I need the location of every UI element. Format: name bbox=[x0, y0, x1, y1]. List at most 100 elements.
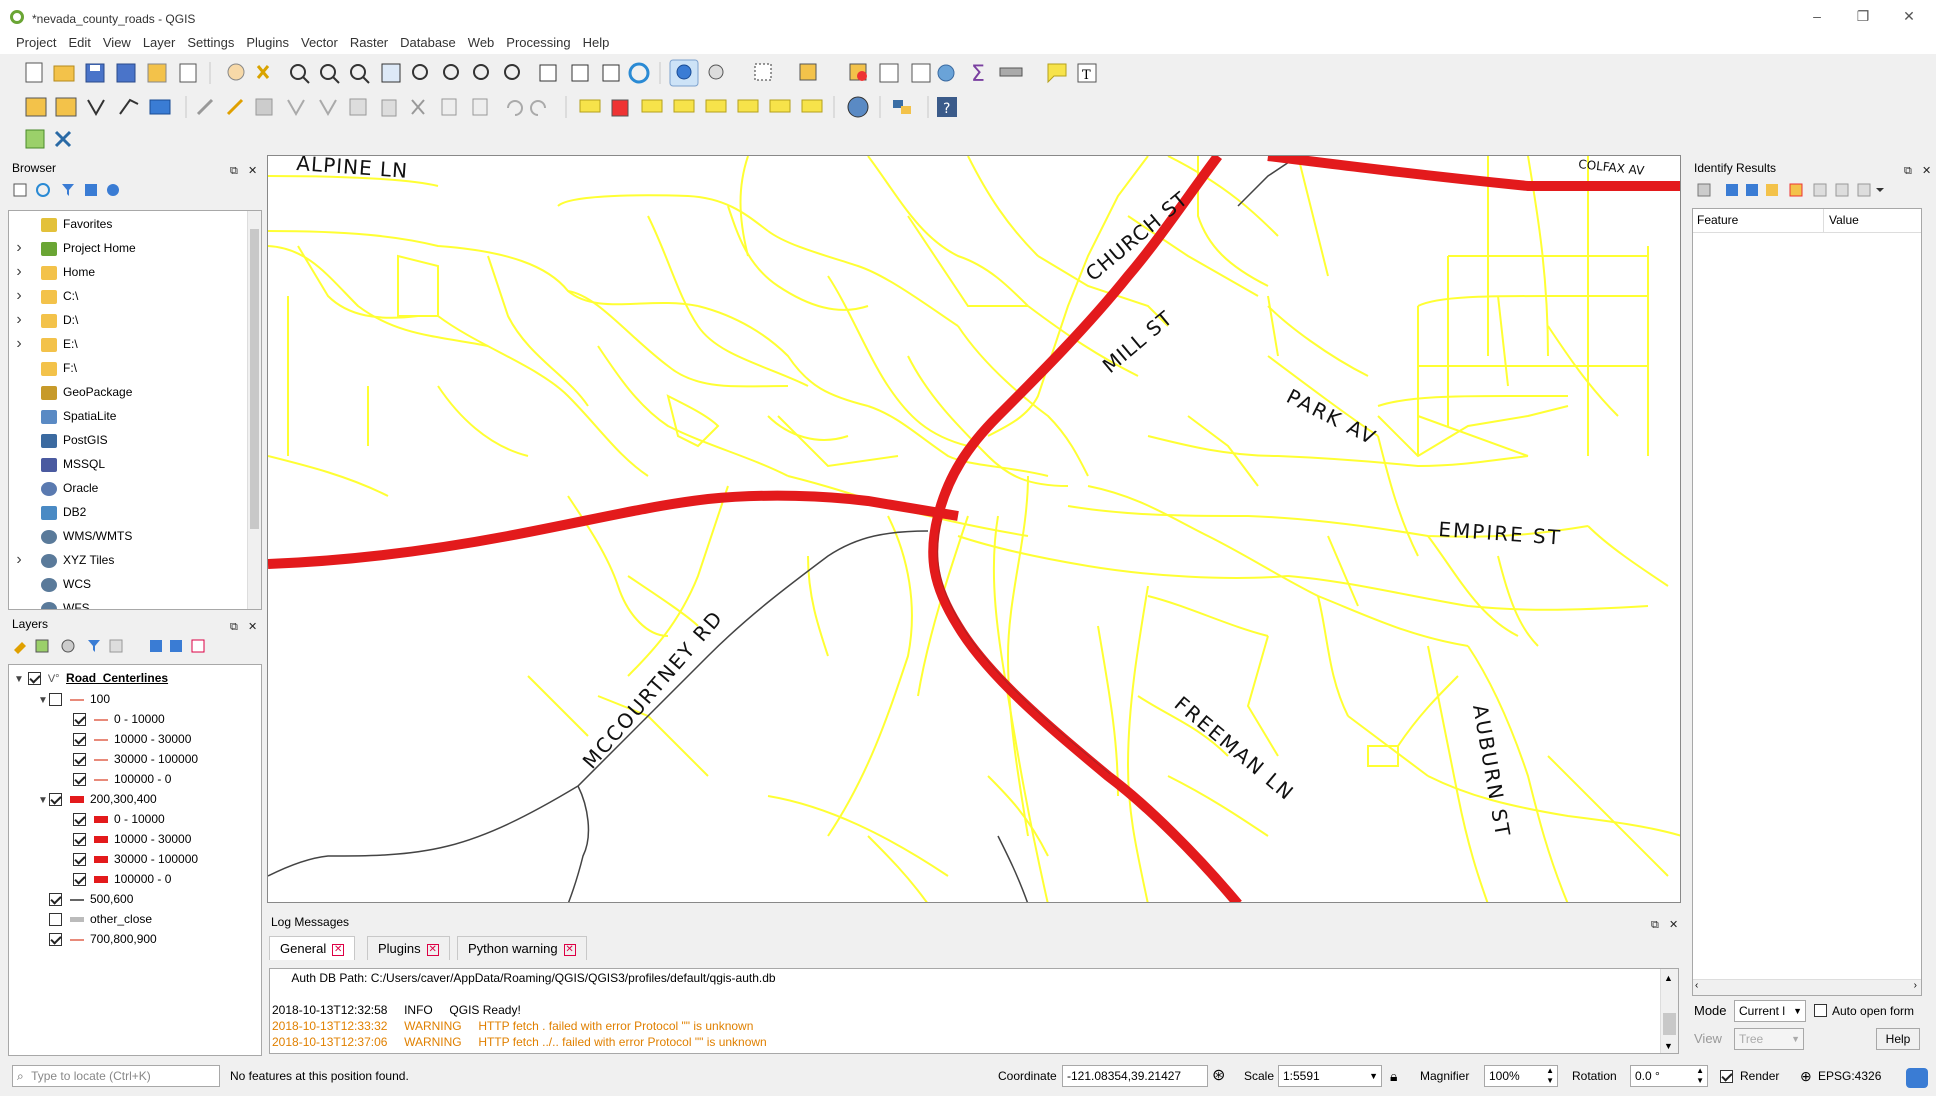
browser-item[interactable]: › D:\ bbox=[13, 309, 78, 331]
chevron-right-icon[interactable]: › bbox=[13, 333, 25, 355]
browser-scrollbar[interactable] bbox=[247, 211, 261, 609]
browser-item[interactable]: DB2 bbox=[13, 501, 86, 523]
float-panel-icon[interactable]: ⧉ bbox=[230, 161, 238, 181]
layer-road-centerlines[interactable]: ▼ V° Road_Centerlines bbox=[13, 667, 168, 689]
layer-checkbox[interactable] bbox=[49, 693, 62, 707]
browser-item[interactable]: F:\ bbox=[13, 357, 77, 379]
chevron-down-icon[interactable]: ▼ bbox=[37, 691, 49, 711]
layer-item[interactable]: 30000 - 100000 bbox=[61, 849, 198, 869]
menu-database[interactable]: Database bbox=[394, 34, 462, 52]
chevron-down-icon[interactable]: ▼ bbox=[13, 669, 25, 691]
map-svg[interactable]: ALPINE LN CHURCH ST MILL ST PARK AV EMPI… bbox=[268, 156, 1681, 903]
identify-results-tree[interactable]: Feature Value ‹ › bbox=[1692, 208, 1922, 996]
view-select[interactable]: Tree ▼ bbox=[1734, 1028, 1804, 1050]
rotation-spinbox[interactable]: 0.0 ° ▲ ▼ bbox=[1630, 1065, 1708, 1087]
close-button[interactable]: ✕ bbox=[1894, 8, 1924, 25]
layer-checkbox[interactable] bbox=[49, 913, 62, 927]
chevron-right-icon[interactable]: › bbox=[13, 549, 25, 571]
lock-icon[interactable]: 🔒︎ bbox=[1390, 1065, 1397, 1087]
menu-plugins[interactable]: Plugins bbox=[240, 34, 295, 52]
close-panel-icon[interactable]: ✕ bbox=[1669, 915, 1678, 935]
layer-item[interactable]: other_close bbox=[37, 909, 152, 929]
magnifier-spinbox[interactable]: 100% ▲ ▼ bbox=[1484, 1065, 1558, 1087]
browser-item[interactable]: SpatiaLite bbox=[13, 405, 116, 427]
menu-help[interactable]: Help bbox=[577, 34, 616, 52]
close-panel-icon[interactable]: ✕ bbox=[248, 161, 257, 181]
mode-select[interactable]: Current l ▼ bbox=[1734, 1000, 1806, 1022]
coordinate-field[interactable]: -121.08354,39.21427 bbox=[1062, 1065, 1208, 1087]
layer-checkbox[interactable] bbox=[28, 672, 42, 686]
menu-web[interactable]: Web bbox=[462, 34, 501, 52]
map-canvas[interactable]: ALPINE LN CHURCH ST MILL ST PARK AV EMPI… bbox=[267, 155, 1681, 903]
layer-checkbox[interactable] bbox=[49, 893, 62, 907]
layer-checkbox[interactable] bbox=[73, 853, 86, 867]
layer-item[interactable]: 700,800,900 bbox=[37, 929, 157, 949]
layer-checkbox[interactable] bbox=[49, 793, 62, 807]
menu-vector[interactable]: Vector bbox=[295, 34, 344, 52]
menu-settings[interactable]: Settings bbox=[181, 34, 240, 52]
browser-item[interactable]: › C:\ bbox=[13, 285, 78, 307]
close-panel-icon[interactable]: ✕ bbox=[248, 617, 257, 637]
layer-item[interactable]: 100000 - 0 bbox=[61, 869, 171, 889]
tab-python-warning[interactable]: Python warning ✕ bbox=[457, 936, 587, 960]
log-scroll-thumb[interactable] bbox=[1663, 1013, 1676, 1035]
menu-processing[interactable]: Processing bbox=[500, 34, 576, 52]
layer-item[interactable]: 0 - 10000 bbox=[61, 809, 165, 829]
log-text-area[interactable]: Auth DB Path: C:/Users/caver/AppData/Roa… bbox=[269, 968, 1679, 1054]
browser-item[interactable]: › E:\ bbox=[13, 333, 77, 355]
globe-icon[interactable]: ⊕ bbox=[1800, 1065, 1812, 1087]
locator-input[interactable]: ⌕ Type to locate (Ctrl+K) bbox=[12, 1065, 220, 1087]
close-tab-icon[interactable]: ✕ bbox=[426, 943, 439, 956]
layer-checkbox[interactable] bbox=[73, 713, 86, 727]
layer-checkbox[interactable] bbox=[73, 733, 86, 747]
chevron-right-icon[interactable]: › bbox=[13, 237, 25, 259]
browser-item[interactable]: › Project Home bbox=[13, 237, 135, 259]
messages-icon[interactable] bbox=[1906, 1068, 1928, 1088]
minimize-button[interactable]: – bbox=[1802, 8, 1832, 24]
auto-open-checkbox[interactable] bbox=[1814, 1004, 1827, 1017]
browser-item[interactable]: Oracle bbox=[13, 477, 98, 499]
chevron-down-icon[interactable]: ▼ bbox=[37, 791, 49, 811]
spin-arrows-icon[interactable]: ▲ ▼ bbox=[1696, 1066, 1704, 1086]
chevron-right-icon[interactable]: › bbox=[13, 261, 25, 283]
layer-checkbox[interactable] bbox=[73, 873, 86, 887]
chevron-right-icon[interactable]: › bbox=[13, 285, 25, 307]
layer-item[interactable]: 500,600 bbox=[37, 889, 133, 909]
menu-raster[interactable]: Raster bbox=[344, 34, 394, 52]
layer-checkbox[interactable] bbox=[49, 933, 62, 947]
scroll-down-icon[interactable]: ▼ bbox=[1664, 1041, 1673, 1051]
maximize-button[interactable]: ❐ bbox=[1848, 8, 1878, 25]
close-tab-icon[interactable]: ✕ bbox=[332, 943, 345, 956]
chevron-right-icon[interactable]: › bbox=[13, 309, 25, 331]
layer-checkbox[interactable] bbox=[73, 833, 86, 847]
help-button[interactable]: Help bbox=[1876, 1028, 1920, 1050]
layer-item[interactable]: 100000 - 0 bbox=[61, 769, 171, 789]
browser-item[interactable]: WMS/WMTS bbox=[13, 525, 132, 547]
browser-item[interactable]: WCS bbox=[13, 573, 91, 595]
layer-item[interactable]: 10000 - 30000 bbox=[61, 829, 191, 849]
spin-arrows-icon[interactable]: ▲ ▼ bbox=[1546, 1066, 1554, 1086]
scroll-up-icon[interactable]: ▲ bbox=[1664, 973, 1673, 983]
browser-scroll-thumb[interactable] bbox=[250, 229, 259, 529]
browser-item[interactable]: MSSQL bbox=[13, 453, 105, 475]
identify-hscrollbar[interactable]: ‹ › bbox=[1693, 979, 1921, 995]
menu-edit[interactable]: Edit bbox=[62, 34, 96, 52]
layer-checkbox[interactable] bbox=[73, 813, 86, 827]
scroll-right-icon[interactable]: › bbox=[1914, 980, 1917, 991]
close-tab-icon[interactable]: ✕ bbox=[563, 943, 576, 956]
browser-item[interactable]: GeoPackage bbox=[13, 381, 132, 403]
tab-plugins[interactable]: Plugins ✕ bbox=[367, 936, 450, 960]
float-panel-icon[interactable]: ⧉ bbox=[230, 617, 238, 637]
menu-layer[interactable]: Layer bbox=[137, 34, 182, 52]
browser-item[interactable]: › XYZ Tiles bbox=[13, 549, 114, 571]
float-panel-icon[interactable]: ⧉ bbox=[1651, 915, 1659, 935]
scroll-left-icon[interactable]: ‹ bbox=[1695, 980, 1698, 991]
browser-item[interactable]: › Home bbox=[13, 261, 95, 283]
menu-view[interactable]: View bbox=[97, 34, 137, 52]
log-scrollbar[interactable]: ▲ ▼ bbox=[1660, 969, 1678, 1053]
float-panel-icon[interactable]: ⧉ bbox=[1904, 161, 1912, 181]
browser-item[interactable]: WFS bbox=[13, 597, 90, 609]
layer-checkbox[interactable] bbox=[73, 753, 86, 767]
browser-item[interactable]: PostGIS bbox=[13, 429, 108, 451]
layer-item[interactable]: ▼ 200,300,400 bbox=[37, 789, 157, 809]
